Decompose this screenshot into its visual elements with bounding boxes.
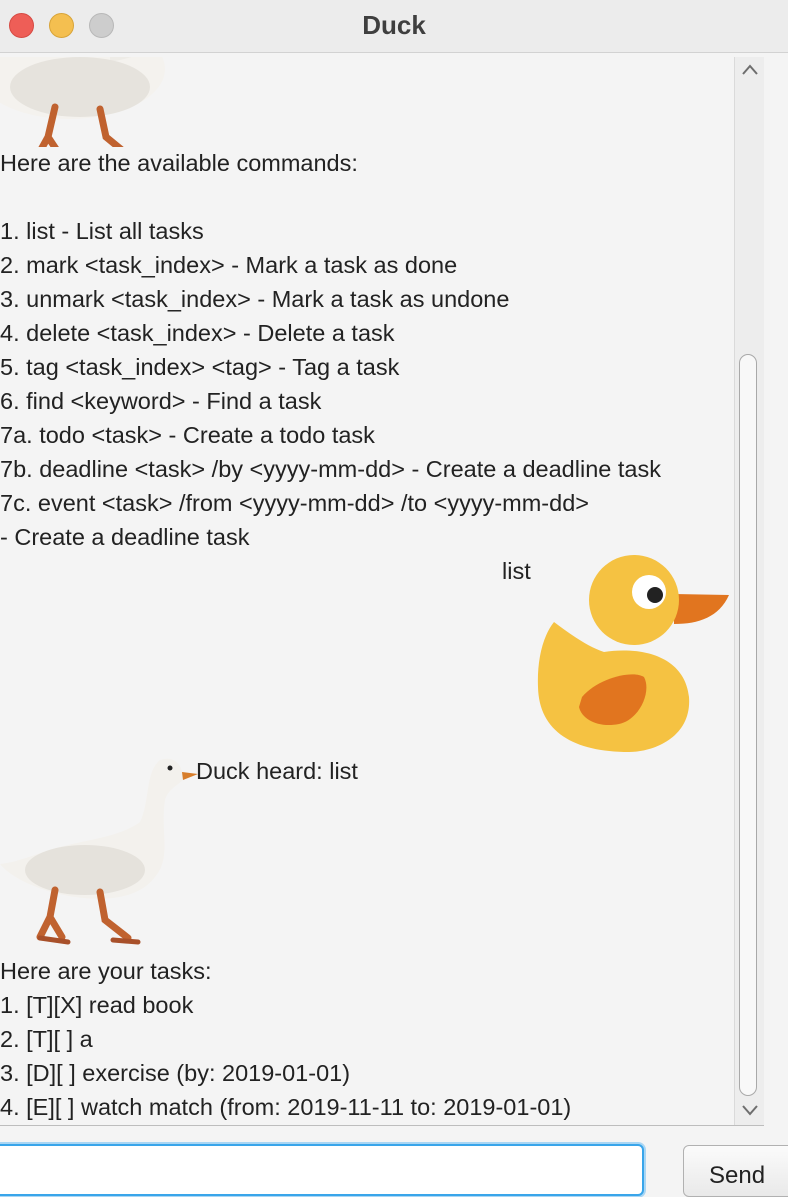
task-list-message: Here are your tasks: 1. [T][X] read book… (0, 958, 572, 1120)
title-bar: Duck (0, 0, 788, 53)
window-title: Duck (362, 10, 426, 40)
user-message: list (502, 558, 531, 584)
user-input-field[interactable] (0, 1144, 644, 1196)
dialog-scroll-pane[interactable]: Here are the available commands: 1. list… (0, 57, 764, 1126)
bot-echo-message: Duck heard: list (196, 758, 358, 784)
scrollbar-thumb[interactable] (739, 354, 757, 1096)
vertical-scrollbar[interactable] (734, 57, 764, 1125)
dialog-container: Here are the available commands: 1. list… (0, 57, 734, 1125)
goose-avatar (0, 758, 198, 945)
goose-avatar (0, 57, 165, 147)
user-duck-avatar (537, 555, 729, 752)
help-message: Here are the available commands: 1. list… (0, 150, 661, 550)
send-button[interactable]: Send (683, 1145, 788, 1197)
scroll-down-arrow-icon[interactable] (741, 1103, 759, 1117)
scroll-up-arrow-icon[interactable] (741, 63, 759, 77)
